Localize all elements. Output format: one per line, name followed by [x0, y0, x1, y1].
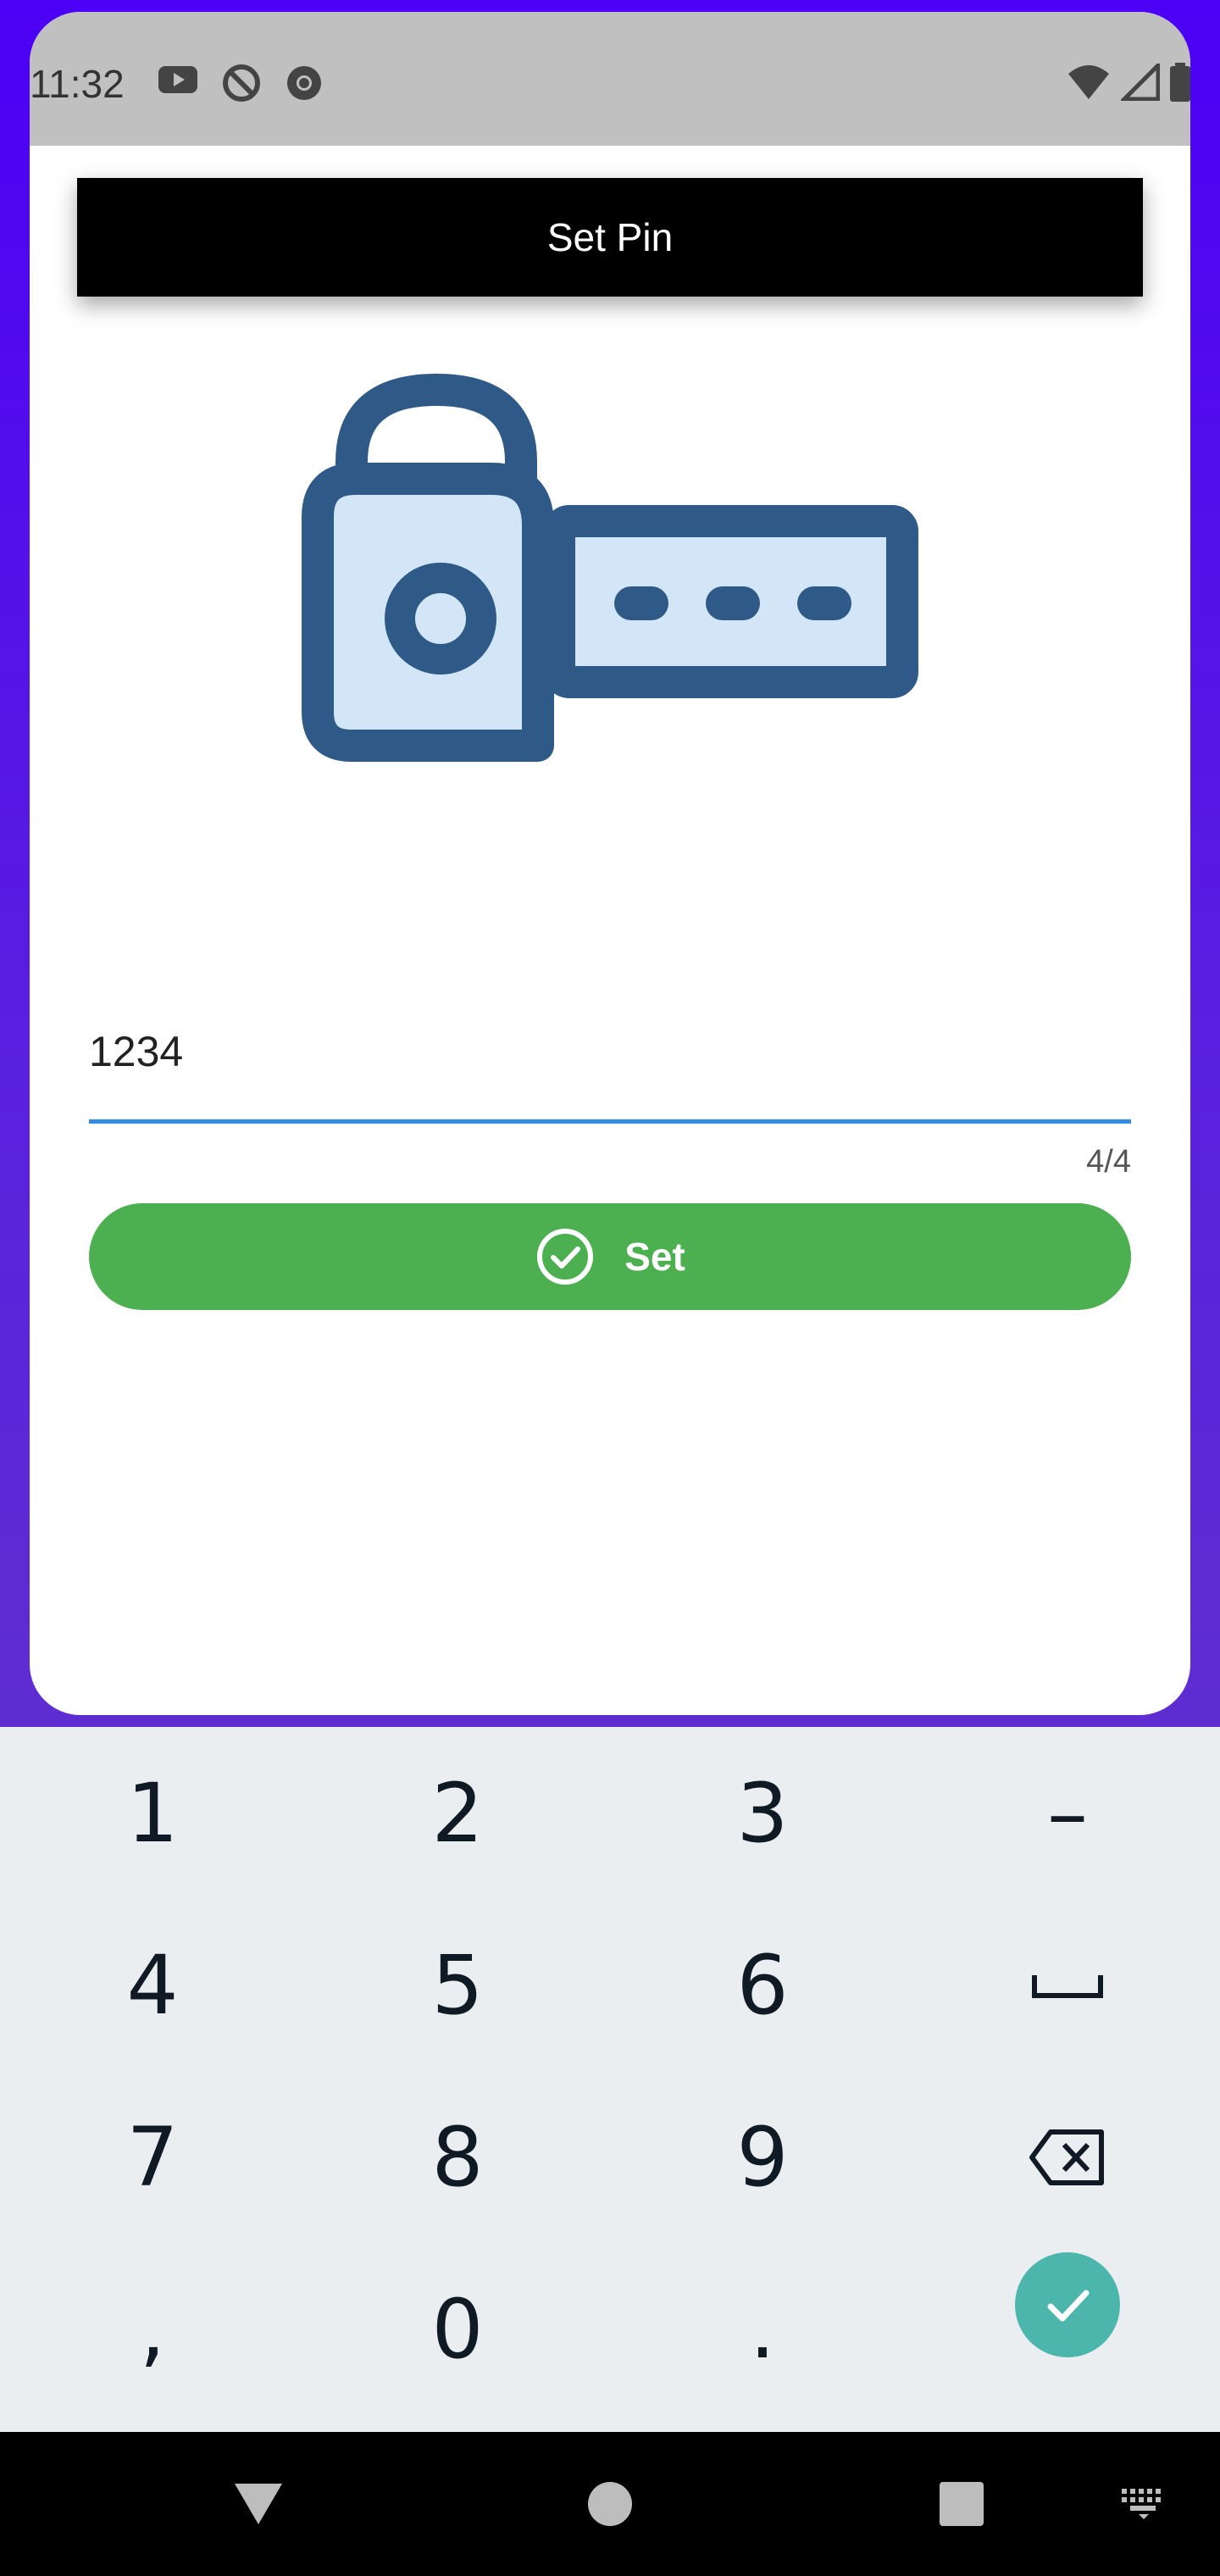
- page-title: Set Pin: [546, 215, 674, 259]
- key-backspace[interactable]: [915, 2071, 1220, 2243]
- keyboard-icon: [1122, 2489, 1161, 2519]
- key-space[interactable]: [915, 1899, 1220, 2071]
- page-title-bar: Set Pin: [77, 178, 1143, 297]
- status-bar: 11:32: [30, 12, 1190, 146]
- space-icon: [1032, 1974, 1103, 1998]
- key-1[interactable]: 1: [0, 1727, 305, 1899]
- backspace-icon: [1029, 2129, 1104, 2185]
- check-icon: [1047, 2290, 1090, 2321]
- wifi-icon: [1067, 64, 1111, 105]
- key-2[interactable]: 2: [305, 1727, 610, 1899]
- numeric-keyboard: 1 2 3 – 4 5 6 7 8 9 , 0 .: [0, 1727, 1220, 2432]
- key-9[interactable]: 9: [610, 2071, 915, 2243]
- key-5[interactable]: 5: [305, 1899, 610, 2071]
- status-time: 11:32: [30, 62, 125, 106]
- key-period[interactable]: .: [610, 2243, 915, 2415]
- key-6[interactable]: 6: [610, 1899, 915, 2071]
- key-7[interactable]: 7: [0, 2071, 305, 2243]
- character-counter: 4/4: [1086, 1144, 1131, 1180]
- home-icon: [588, 2482, 632, 2526]
- recents-icon: [940, 2482, 984, 2526]
- key-3[interactable]: 3: [610, 1727, 915, 1899]
- navigation-bar: [0, 2432, 1220, 2576]
- key-minus[interactable]: –: [915, 1727, 1220, 1899]
- key-0[interactable]: 0: [305, 2243, 610, 2415]
- chrome-icon: [284, 63, 324, 108]
- home-button[interactable]: [546, 2432, 674, 2576]
- back-button[interactable]: [195, 2432, 322, 2576]
- back-icon: [235, 2484, 282, 2524]
- done-button[interactable]: [1015, 2251, 1120, 2357]
- youtube-icon: [157, 63, 199, 108]
- check-circle-icon: [537, 1229, 594, 1285]
- pin-input-value: 1234: [89, 1028, 184, 1075]
- pin-input[interactable]: 1234: [89, 1017, 1131, 1124]
- key-8[interactable]: 8: [305, 2071, 610, 2243]
- cell-signal-icon: [1118, 59, 1161, 105]
- key-4[interactable]: 4: [0, 1899, 305, 2071]
- lock-pin-illustration: [302, 373, 918, 762]
- set-button-label: Set: [624, 1235, 685, 1279]
- key-comma[interactable]: ,: [0, 2243, 305, 2415]
- key-done[interactable]: [915, 2218, 1220, 2390]
- battery-icon: [1170, 63, 1190, 106]
- keyboard-switch-button[interactable]: [1101, 2432, 1186, 2576]
- blocked-icon: [221, 63, 262, 108]
- recents-button[interactable]: [898, 2432, 1025, 2576]
- set-button[interactable]: Set: [89, 1203, 1131, 1310]
